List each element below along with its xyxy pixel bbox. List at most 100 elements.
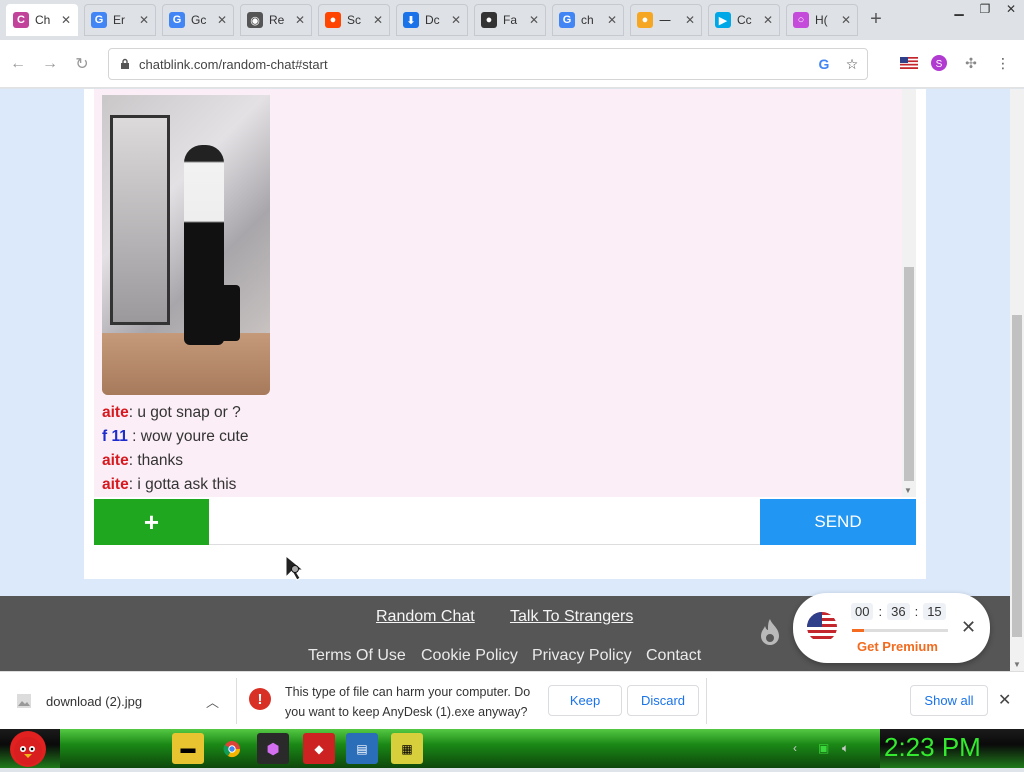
timer-colon: :	[878, 604, 883, 619]
address-bar[interactable]: chatblink.com/random-chat#start G ☆	[108, 48, 868, 80]
tab-favicon-icon: ●	[637, 12, 653, 28]
message-author[interactable]: aite	[102, 452, 129, 469]
forward-icon[interactable]: →	[36, 50, 64, 78]
chrome-icon[interactable]	[216, 733, 248, 764]
message-text: : wow youre cute	[127, 428, 249, 445]
browser-tab[interactable]: ● 一 ✕	[630, 4, 702, 36]
files-app-icon[interactable]: ▦	[391, 733, 423, 764]
page-scrollbar[interactable]: ▼	[1010, 89, 1024, 671]
timer-minutes: 36	[887, 603, 910, 620]
google-icon[interactable]: G	[815, 55, 833, 73]
footer-link-terms[interactable]: Terms Of Use	[308, 647, 406, 665]
download-item[interactable]: download (2).jpg ︿	[14, 686, 236, 716]
scroll-down-icon[interactable]: ▼	[904, 486, 912, 495]
extensions-puzzle-icon[interactable]: ✣	[960, 52, 982, 74]
footer-link-privacy[interactable]: Privacy Policy	[532, 647, 632, 665]
back-icon[interactable]: ←	[4, 50, 32, 78]
send-button[interactable]: SEND	[760, 499, 916, 545]
close-icon[interactable]: ✕	[961, 617, 976, 638]
page-scroll-down-icon[interactable]: ▼	[1013, 660, 1021, 669]
tab-close-icon[interactable]: ✕	[217, 13, 227, 27]
browser-tab[interactable]: Gch ✕	[552, 4, 624, 36]
tab-close-icon[interactable]: ✕	[685, 13, 695, 27]
lock-icon	[121, 58, 129, 69]
message-text: : u got snap or ?	[128, 404, 241, 421]
discard-button[interactable]: Discard	[627, 685, 699, 716]
get-premium-link[interactable]: Get Premium	[857, 639, 938, 654]
tab-title: 一	[659, 13, 672, 28]
page-scroll-thumb[interactable]	[1012, 315, 1022, 637]
tab-title: Gc	[191, 13, 207, 27]
chat-scrollbar[interactable]: ▼	[902, 89, 916, 497]
timer-progress-fill	[852, 629, 864, 632]
browser-tab[interactable]: ● Fa ✕	[474, 4, 546, 36]
browser-tab[interactable]: ◉ Re ✕	[240, 4, 312, 36]
show-all-button[interactable]: Show all	[910, 685, 988, 716]
shared-photo[interactable]	[102, 95, 270, 395]
browser-tab[interactable]: G Er ✕	[84, 4, 156, 36]
tab-close-icon[interactable]: ✕	[451, 13, 461, 27]
footer-link-cookie[interactable]: Cookie Policy	[421, 647, 518, 665]
keep-button[interactable]: Keep	[548, 685, 622, 716]
network-icon[interactable]: ▣	[818, 741, 829, 755]
chat-log: aite: u got snap or ? f 11 : wow youre cu…	[94, 89, 902, 497]
chat-scroll-thumb[interactable]	[904, 267, 914, 481]
tab-title: Sc	[347, 13, 362, 27]
footer-link-random-chat[interactable]: Random Chat	[376, 608, 475, 626]
close-shelf-icon[interactable]: ✕	[998, 690, 1011, 710]
tab-title: Er	[113, 13, 125, 27]
page-viewport: aite: u got snap or ? f 11 : wow youre cu…	[0, 89, 1010, 671]
tab-strip: C Ch ✕ G Er ✕ G Gc ✕ ◉ Re ✕ ● Sc ✕ ⬇ Dc ✕ ● Fa ✕ Gch ✕ ● 一 ✕ ▶ Cc ✕ ○…	[0, 0, 1024, 40]
anydesk-icon[interactable]: ◆	[303, 733, 335, 764]
reload-icon[interactable]: ↻	[68, 50, 96, 78]
volume-icon[interactable]: 🔈︎	[842, 741, 849, 756]
close-window-icon[interactable]: ✕	[998, 0, 1024, 18]
restore-icon[interactable]: ❐	[972, 0, 998, 18]
browser-tab[interactable]: ⬇ Dc ✕	[396, 4, 468, 36]
mouse-cursor-icon	[285, 555, 305, 581]
browser-tab[interactable]: ● Sc ✕	[318, 4, 390, 36]
chevron-up-icon[interactable]: ︿	[206, 692, 219, 711]
divider	[706, 678, 707, 724]
minimize-icon[interactable]: ▁	[946, 0, 972, 18]
message-input[interactable]	[209, 499, 760, 545]
tab-favicon-icon: ◉	[247, 12, 263, 28]
timer-progress	[852, 629, 948, 632]
browser-tab[interactable]: C Ch ✕	[6, 4, 78, 36]
tab-close-icon[interactable]: ✕	[295, 13, 305, 27]
file-explorer-icon[interactable]: ▬	[172, 733, 204, 764]
tab-title: Re	[269, 13, 285, 27]
tab-title: H(	[815, 13, 828, 27]
message-author[interactable]: aite	[102, 404, 129, 421]
tab-close-icon[interactable]: ✕	[139, 13, 149, 27]
tab-close-icon[interactable]: ✕	[607, 13, 617, 27]
footer-link-talk-to-strangers[interactable]: Talk To Strangers	[510, 608, 633, 626]
tab-favicon-icon: ●	[325, 12, 341, 28]
tab-close-icon[interactable]: ✕	[841, 13, 851, 27]
browser-tab[interactable]: ○ H(✕	[786, 4, 858, 36]
tab-close-icon[interactable]: ✕	[529, 13, 539, 27]
browser-toolbar: ← → ↻ chatblink.com/random-chat#start G …	[0, 40, 1024, 88]
download-shelf: download (2).jpg ︿ ! This type of file c…	[0, 671, 1024, 729]
window-app-icon[interactable]: ▤	[346, 733, 378, 764]
tab-close-icon[interactable]: ✕	[763, 13, 773, 27]
profile-extension-icon[interactable]: S	[928, 52, 950, 74]
message-author[interactable]: aite	[102, 476, 129, 493]
browser-tab[interactable]: ▶ Cc ✕	[708, 4, 780, 36]
message-author[interactable]: f 11	[102, 428, 128, 445]
browser-tab[interactable]: G Gc ✕	[162, 4, 234, 36]
us-flag-extension-icon[interactable]	[898, 52, 920, 74]
taskbar-clock[interactable]: 2:23 PM	[884, 732, 981, 763]
tab-close-icon[interactable]: ✕	[61, 13, 71, 27]
menu-kebab-icon[interactable]: ⋮	[992, 52, 1014, 74]
app-icon-purple[interactable]: ⬢	[257, 733, 289, 764]
tab-close-icon[interactable]: ✕	[373, 13, 383, 27]
tray-arrow-icon[interactable]: ‹	[793, 741, 797, 755]
tab-favicon-icon: ●	[481, 12, 497, 28]
footer-link-contact[interactable]: Contact	[646, 647, 701, 665]
add-media-button[interactable]: +	[94, 499, 209, 545]
bookmark-star-icon[interactable]: ☆	[843, 55, 861, 73]
start-angry-bird-icon[interactable]	[10, 731, 46, 767]
message-text: : thanks	[128, 452, 183, 469]
new-tab-icon[interactable]: +	[864, 4, 888, 34]
